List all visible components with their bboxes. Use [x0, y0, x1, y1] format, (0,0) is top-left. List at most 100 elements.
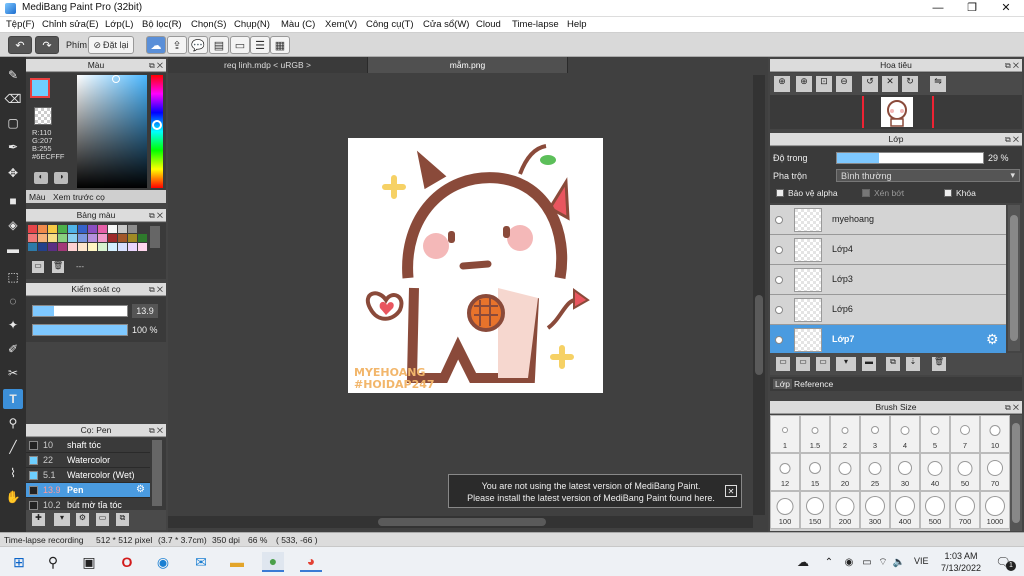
- share-button[interactable]: ⇪: [167, 36, 187, 54]
- eye-icon[interactable]: [775, 216, 783, 224]
- brush-list-item[interactable]: 13.9 Pen ⚙: [26, 483, 150, 498]
- notice-close-button[interactable]: ✕: [725, 485, 737, 497]
- panel-buttons[interactable]: ⧉ ✕: [149, 424, 163, 437]
- windows-start-icon[interactable]: ⊞: [8, 552, 30, 572]
- palette-swatch[interactable]: [48, 234, 57, 242]
- palette-scrollbar[interactable]: [150, 226, 160, 248]
- brush-size-cell[interactable]: 30: [890, 453, 920, 491]
- brush-size-cell[interactable]: 20: [830, 453, 860, 491]
- panel-buttons[interactable]: ⧉ ✕: [1005, 59, 1019, 72]
- palette-swatch[interactable]: [128, 243, 137, 251]
- palette-swatch[interactable]: [138, 225, 147, 233]
- menu-filter[interactable]: Bộ lọc(R): [142, 19, 182, 30]
- menu-file[interactable]: Tệp(F): [6, 19, 35, 30]
- cloud-button[interactable]: ☁: [146, 36, 166, 54]
- brush-size-cell[interactable]: 40: [920, 453, 950, 491]
- grid-button[interactable]: ▦: [270, 36, 290, 54]
- palette-swatch[interactable]: [138, 234, 147, 242]
- saturation-value-picker[interactable]: [77, 75, 147, 188]
- palette-swatch[interactable]: [118, 243, 127, 251]
- file-explorer-icon[interactable]: ▬: [226, 552, 248, 572]
- brush-size-cell[interactable]: 1: [770, 415, 800, 453]
- select-rect-tool-icon[interactable]: ⬚: [3, 267, 23, 287]
- zoom-out-icon[interactable]: ⊖: [836, 76, 852, 92]
- fill-rect-tool-icon[interactable]: ■: [3, 191, 23, 211]
- bucket-tool-icon[interactable]: ◈: [3, 215, 23, 235]
- layer-row[interactable]: Lớp3: [770, 265, 1006, 295]
- menu-window[interactable]: Cửa sổ(W): [423, 19, 469, 30]
- brush-size-cell[interactable]: 50: [950, 453, 980, 491]
- tab-reference[interactable]: Reference: [794, 379, 833, 389]
- palette-swatch[interactable]: [38, 243, 47, 251]
- brush-size-cell[interactable]: 4: [890, 415, 920, 453]
- palette-swatch[interactable]: [48, 243, 57, 251]
- layer-folder-icon[interactable]: ▬: [862, 357, 876, 371]
- brush-list-item[interactable]: 10.2 bút mờ tỉa tóc: [26, 498, 150, 510]
- brush-size-cell[interactable]: 1.5: [800, 415, 830, 453]
- palette-swatch[interactable]: [88, 225, 97, 233]
- rotate-left-icon[interactable]: ↺: [862, 76, 878, 92]
- eraser-tool-icon[interactable]: ⌫: [3, 89, 23, 109]
- panel-buttons[interactable]: ⧉ ✕: [149, 283, 163, 296]
- mail-icon[interactable]: ✉: [190, 552, 212, 572]
- rotate-right-icon[interactable]: ↻: [902, 76, 918, 92]
- merge-layer-icon[interactable]: ⇣: [906, 357, 920, 371]
- palette-swatch[interactable]: [128, 225, 137, 233]
- brush-size-cell[interactable]: 400: [890, 491, 920, 529]
- brush-size-cell[interactable]: 2: [830, 415, 860, 453]
- menu-tools[interactable]: Công cụ(T): [366, 19, 414, 30]
- clock[interactable]: 1:03 AM 7/13/2022: [938, 550, 984, 574]
- update-notice[interactable]: You are not using the latest version of …: [448, 474, 742, 508]
- brush-size-cell[interactable]: 15: [800, 453, 830, 491]
- panel-buttons[interactable]: ⧉ ✕: [1005, 401, 1019, 414]
- brush-size-cell[interactable]: 70: [980, 453, 1010, 491]
- brush-size-cell[interactable]: 700: [950, 491, 980, 529]
- layer-menu-icon[interactable]: ▾: [836, 357, 856, 371]
- select-eraser-tool-icon[interactable]: ✂: [3, 363, 23, 383]
- brush-list-scrollbar[interactable]: [152, 440, 162, 506]
- eye-icon[interactable]: [775, 306, 783, 314]
- layer-row[interactable]: Lớp7 ⚙: [770, 325, 1006, 355]
- tray-chevron-icon[interactable]: ⌃: [818, 552, 840, 572]
- layer-scrollbar-track[interactable]: [1008, 205, 1020, 351]
- palette-swatch[interactable]: [78, 243, 87, 251]
- move-tool-icon[interactable]: ✥: [3, 163, 23, 183]
- list-button[interactable]: ☰: [250, 36, 270, 54]
- comment-button[interactable]: 💬: [188, 36, 208, 54]
- delete-layer-icon[interactable]: 🗑: [932, 357, 946, 371]
- palette-swatch[interactable]: [98, 243, 107, 251]
- navigator-preview[interactable]: [770, 95, 1022, 129]
- brush-size-cell[interactable]: 200: [830, 491, 860, 529]
- rotate-reset-icon[interactable]: ✕: [882, 76, 898, 92]
- menu-capture[interactable]: Chụp(N): [234, 19, 270, 30]
- brush-folder-icon[interactable]: ▭: [96, 513, 109, 526]
- palette-swatch[interactable]: [28, 243, 37, 251]
- duplicate-layer-icon[interactable]: ⧉: [886, 357, 900, 371]
- brush-size-cell[interactable]: 500: [920, 491, 950, 529]
- palette-swatch[interactable]: [108, 243, 117, 251]
- brush-settings-gear-icon[interactable]: ⚙: [136, 484, 145, 495]
- blend-mode-select[interactable]: Bình thường ▾: [836, 169, 1020, 182]
- color-set-icon[interactable]: ◑: [54, 172, 68, 184]
- protect-alpha-checkbox[interactable]: [776, 189, 784, 197]
- brush-size-cell[interactable]: 1000: [980, 491, 1010, 529]
- palette-swatch[interactable]: [138, 243, 147, 251]
- palette-swatch[interactable]: [128, 234, 137, 242]
- delete-palette-icon[interactable]: 🗑: [52, 261, 64, 273]
- lasso-tool-icon[interactable]: ◌: [3, 291, 23, 311]
- eye-icon[interactable]: [775, 336, 783, 344]
- palette-swatch[interactable]: [38, 225, 47, 233]
- zoom-in-icon[interactable]: ⊕: [796, 76, 812, 92]
- new-palette-icon[interactable]: ▭: [32, 261, 44, 273]
- palette-swatch[interactable]: [58, 234, 67, 242]
- layer-row[interactable]: myehoang: [770, 205, 1006, 235]
- palette-swatch[interactable]: [38, 234, 47, 242]
- edge-icon[interactable]: ◉: [152, 552, 174, 572]
- rect-tool-icon[interactable]: ▢: [3, 113, 23, 133]
- maximize-button[interactable]: ❐: [955, 0, 989, 17]
- palette-swatch[interactable]: [98, 234, 107, 242]
- text-tool-icon[interactable]: T: [3, 389, 23, 409]
- menu-select[interactable]: Chọn(S): [191, 19, 226, 30]
- primary-color-swatch[interactable]: [30, 78, 50, 98]
- brush-size-cell[interactable]: 5: [920, 415, 950, 453]
